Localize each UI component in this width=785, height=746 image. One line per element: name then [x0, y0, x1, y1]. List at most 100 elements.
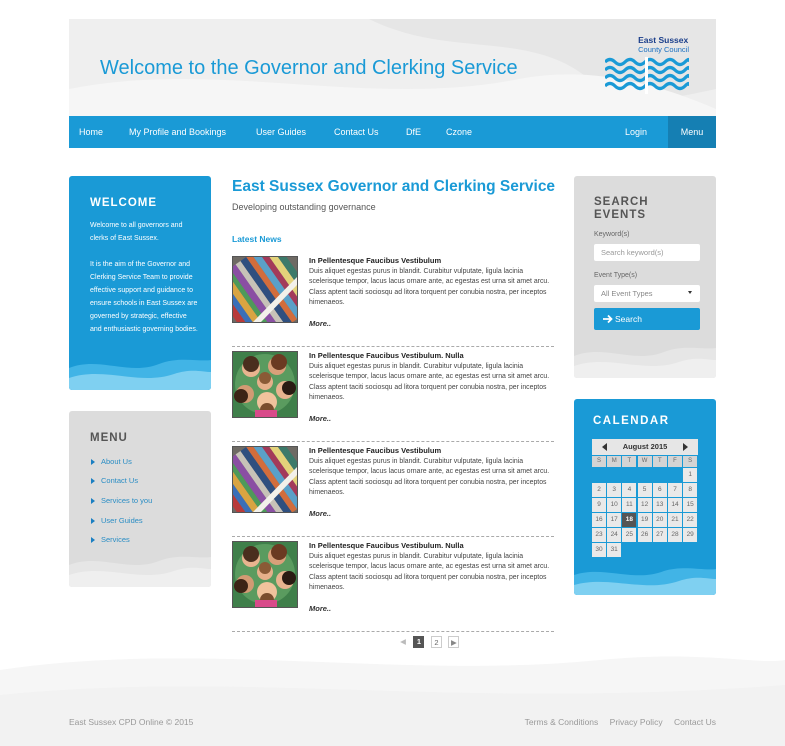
calendar-dow: F: [668, 456, 682, 467]
pager-next[interactable]: ▶: [448, 636, 460, 648]
nav-home[interactable]: Home: [79, 116, 103, 148]
news-thumbnail[interactable]: [232, 541, 298, 608]
event-type-select[interactable]: All Event Types: [594, 285, 700, 302]
footer-privacy-link[interactable]: Privacy Policy: [610, 717, 663, 727]
calendar-day-today[interactable]: 18: [622, 513, 637, 527]
nav-user-guides[interactable]: User Guides: [256, 116, 306, 148]
calendar-day[interactable]: 23: [592, 528, 606, 542]
calendar-day[interactable]: 13: [652, 498, 667, 512]
news-item: In Pellentesque Faucibus Vestibulum. Nul…: [232, 541, 554, 632]
menu-item-user-guides[interactable]: User Guides: [91, 516, 143, 525]
calendar-day[interactable]: 31: [607, 543, 622, 557]
menu-item-services[interactable]: Services: [91, 535, 130, 544]
books-image: [233, 447, 297, 512]
calendar-day[interactable]: 28: [668, 528, 682, 542]
welcome-title: WELCOME: [90, 197, 158, 209]
calendar-dow: S: [592, 456, 606, 467]
latest-news-heading: Latest News: [232, 234, 282, 244]
news-more-link[interactable]: More..: [309, 414, 331, 423]
calendar-title: CALENDAR: [593, 415, 670, 427]
arrow-right-icon: [91, 537, 95, 544]
calendar-day[interactable]: 15: [683, 498, 698, 512]
calendar-panel: CALENDAR August 2015 S M T W T F S 1 2 3 4 5 6 7 8 9 10 1…: [574, 399, 716, 595]
footer-terms-link[interactable]: Terms & Conditions: [525, 717, 599, 727]
news-body: Duis aliquet egestas purus in blandit. C…: [309, 458, 550, 497]
calendar-day[interactable]: 21: [668, 513, 682, 527]
news-title[interactable]: In Pellentesque Faucibus Vestibulum. Nul…: [309, 351, 464, 360]
pager-page-2[interactable]: 2: [430, 636, 442, 648]
news-title[interactable]: In Pellentesque Faucibus Vestibulum: [309, 446, 441, 455]
arrow-right-icon: [91, 518, 95, 525]
keyword-input[interactable]: Search keyword(s): [594, 244, 700, 261]
calendar-day[interactable]: 3: [607, 483, 622, 497]
menu-item-services-to-you[interactable]: Services to you: [91, 496, 152, 505]
menu-item-label: Services: [101, 535, 130, 544]
menu-button[interactable]: Menu: [668, 116, 716, 148]
calendar-day[interactable]: 4: [622, 483, 637, 497]
page-title-text: East Sussex Governor and Clerking Servic…: [232, 178, 556, 195]
news-title[interactable]: In Pellentesque Faucibus Vestibulum: [309, 256, 441, 265]
nav-czone[interactable]: Czone: [446, 116, 472, 148]
calendar-day[interactable]: 2: [592, 483, 606, 497]
calendar-day[interactable]: 22: [683, 513, 698, 527]
calendar-day[interactable]: 26: [637, 528, 652, 542]
calendar-wave: [574, 568, 716, 595]
calendar-dow: W: [637, 456, 652, 467]
footer-copyright: East Sussex CPD Online © 2015: [69, 717, 194, 727]
nav-dfe[interactable]: DfE: [406, 116, 421, 148]
calendar-day[interactable]: 19: [637, 513, 652, 527]
menu-panel: MENU About Us Contact Us Services to you…: [69, 411, 211, 587]
news-item: In Pellentesque Faucibus Vestibulum Duis…: [232, 446, 554, 537]
menu-item-about-us[interactable]: About Us: [91, 457, 132, 466]
calendar-day[interactable]: 14: [668, 498, 682, 512]
search-title: SEARCH EVENTS: [594, 196, 649, 221]
calendar-day[interactable]: 11: [622, 498, 637, 512]
arrow-right-icon: [91, 459, 95, 466]
arrow-right-icon: [91, 498, 95, 505]
footer-contact-link[interactable]: Contact Us: [674, 717, 716, 727]
people-image: [233, 542, 297, 607]
news-more-link[interactable]: More..: [309, 604, 331, 613]
nav-login[interactable]: Login: [625, 116, 647, 148]
news-more-link[interactable]: More..: [309, 319, 331, 328]
calendar-day[interactable]: 24: [607, 528, 622, 542]
calendar-day[interactable]: 8: [683, 483, 698, 497]
news-body: Duis aliquet egestas purus in blandit. C…: [309, 553, 550, 592]
pager-prev[interactable]: ◀: [399, 636, 407, 648]
search-button[interactable]: Search: [594, 308, 700, 330]
calendar-day[interactable]: 20: [652, 513, 667, 527]
logo-line1: East Sussex: [638, 35, 689, 45]
calendar-day[interactable]: 6: [652, 483, 667, 497]
footer-links: Terms & Conditions Privacy Policy Contac…: [516, 717, 716, 727]
page-title: East Sussex Governor and Clerking Servic…: [232, 178, 555, 196]
books-image: [233, 257, 297, 322]
council-logo-text[interactable]: East Sussex County Council: [638, 35, 689, 55]
news-thumbnail[interactable]: [232, 351, 298, 418]
calendar-day[interactable]: 5: [637, 483, 652, 497]
news-thumbnail[interactable]: [232, 256, 298, 323]
calendar-day[interactable]: 29: [683, 528, 698, 542]
calendar-day[interactable]: 7: [668, 483, 682, 497]
calendar-day[interactable]: 10: [607, 498, 622, 512]
nav-contact-us[interactable]: Contact Us: [334, 116, 379, 148]
page-subtitle: Developing outstanding governance: [232, 202, 376, 212]
nav-my-profile[interactable]: My Profile and Bookings: [129, 116, 226, 148]
event-type-label: Event Type(s): [594, 272, 638, 279]
welcome-body: It is the aim of the Governor and Clerki…: [90, 261, 198, 333]
menu-item-contact-us[interactable]: Contact Us: [91, 476, 138, 485]
calendar-day[interactable]: 1: [683, 468, 698, 482]
news-more-link[interactable]: More..: [309, 509, 331, 518]
news-title[interactable]: In Pellentesque Faucibus Vestibulum. Nul…: [309, 541, 464, 550]
calendar-day[interactable]: 16: [592, 513, 606, 527]
calendar-day[interactable]: 9: [592, 498, 606, 512]
news-thumbnail[interactable]: [232, 446, 298, 513]
council-logo-icon[interactable]: [605, 57, 689, 97]
calendar-next-icon[interactable]: [683, 443, 688, 451]
calendar-day[interactable]: 17: [607, 513, 622, 527]
pager-page-current[interactable]: 1: [413, 636, 425, 648]
calendar-day[interactable]: 12: [637, 498, 652, 512]
calendar-day[interactable]: 25: [622, 528, 637, 542]
menu-title: MENU: [90, 432, 128, 444]
calendar-day[interactable]: 27: [652, 528, 667, 542]
calendar-day[interactable]: 30: [592, 543, 606, 557]
